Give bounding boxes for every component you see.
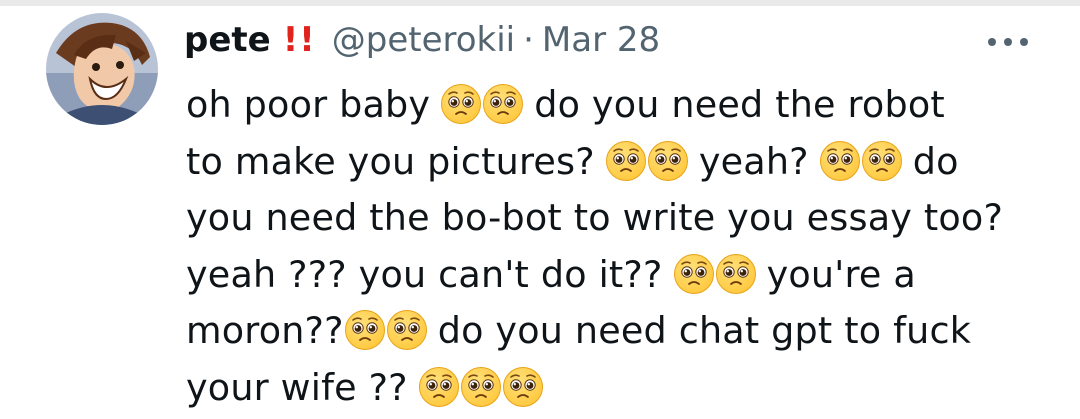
pleading-face-emoji xyxy=(673,253,715,295)
display-name[interactable]: pete xyxy=(184,20,271,60)
more-horizontal-icon xyxy=(988,38,1028,46)
tweet-date[interactable]: Mar 28 xyxy=(542,20,660,60)
pleading-face-emoji xyxy=(715,253,757,295)
text-segment: do xyxy=(912,139,959,183)
pleading-face-emoji xyxy=(605,140,647,182)
name-decoration: !! xyxy=(282,20,316,60)
text-segment: your wife ?? xyxy=(186,365,408,409)
tweet-line-4: yeah ??? you can't do it?? you're a xyxy=(186,247,1066,304)
text-segment: to make you pictures? xyxy=(186,139,595,183)
tweet-line-5: moron?? do you need chat gpt to fuck xyxy=(186,303,1066,360)
pleading-face-emoji xyxy=(647,140,689,182)
tweet-line-2: to make you pictures? yeah? do xyxy=(186,134,1066,191)
text-segment: moron?? xyxy=(186,309,344,352)
text-segment: you need the bo-bot to write you essay t… xyxy=(186,196,1004,239)
separator-dot: · xyxy=(523,20,534,60)
avatar-image xyxy=(46,13,158,125)
pleading-face-emoji xyxy=(819,140,861,182)
pleading-face-emoji xyxy=(861,140,903,182)
tweet-text: oh poor baby do you need the robot to mak… xyxy=(186,77,1066,416)
text-segment: do you need the robot xyxy=(534,83,945,126)
pleading-face-emoji xyxy=(482,83,524,125)
pleading-face-emoji xyxy=(440,83,482,125)
text-segment: oh poor baby xyxy=(186,83,431,126)
tweet-line-6: your wife ?? xyxy=(186,360,1066,417)
text-segment: do you need chat gpt to fuck xyxy=(437,309,972,352)
avatar[interactable] xyxy=(46,13,158,125)
pleading-face-emoji xyxy=(344,309,386,351)
pleading-face-emoji xyxy=(386,309,428,351)
tweet-line-1: oh poor baby do you need the robot xyxy=(186,77,1066,134)
text-segment: yeah? xyxy=(698,139,809,183)
top-divider xyxy=(0,0,1080,6)
more-options-button[interactable] xyxy=(978,30,1038,54)
tweet-header: pete !! @peterokii · Mar 28 xyxy=(184,14,660,66)
pleading-face-emoji xyxy=(460,366,502,408)
text-segment: you're a xyxy=(766,252,916,296)
pleading-face-emoji xyxy=(502,366,544,408)
tweet-line-3: you need the bo-bot to write you essay t… xyxy=(186,190,1066,247)
pleading-face-emoji xyxy=(418,366,460,408)
text-segment: yeah ??? you can't do it?? xyxy=(186,252,663,296)
user-handle[interactable]: @peterokii xyxy=(332,20,515,60)
